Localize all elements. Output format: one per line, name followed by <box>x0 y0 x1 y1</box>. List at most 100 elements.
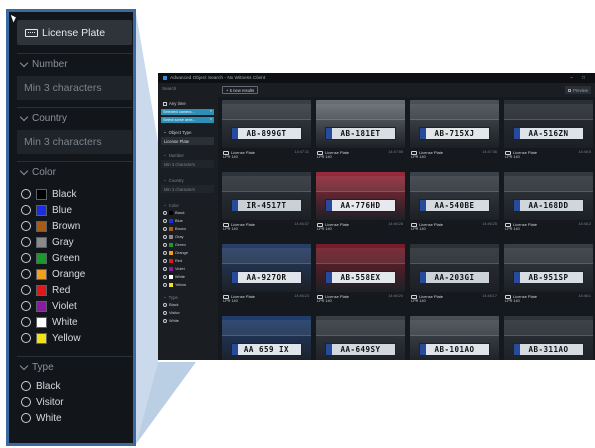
color-option[interactable]: Brown <box>163 226 186 231</box>
search-input[interactable]: Search <box>162 86 176 91</box>
color-option[interactable]: Yellow <box>163 282 186 287</box>
result-card[interactable]: AA-776HD License Plate 14:46:28 LPR 140 <box>316 172 405 232</box>
result-thumbnail[interactable]: IR-4517T <box>222 172 311 220</box>
radio-button[interactable] <box>163 218 167 223</box>
country-header[interactable]: ⌄ Country <box>163 177 184 183</box>
result-card[interactable]: AA-649SY <box>316 316 405 360</box>
type-option[interactable]: Black <box>21 379 60 393</box>
result-card[interactable]: AA-203GI License Plate 14:46:17 LPR 140 <box>410 244 499 304</box>
number-field[interactable]: Min 3 characters <box>161 160 214 168</box>
result-card[interactable]: AB-558EX License Plate 14:46:20 LPR 140 <box>316 244 405 304</box>
country-field[interactable]: Min 3 characters <box>17 130 132 154</box>
color-option[interactable]: White <box>163 274 185 279</box>
radio-button[interactable] <box>21 301 31 311</box>
radio-button[interactable] <box>163 250 167 255</box>
object-type-header[interactable]: ⌄ Object Type <box>163 129 191 135</box>
number-header[interactable]: Number <box>19 58 68 70</box>
country-header[interactable]: Country <box>19 112 67 124</box>
result-card[interactable]: AA-168DD License Plate 14:46:2 LPR 140 <box>504 172 593 232</box>
color-option[interactable]: Red <box>163 258 182 263</box>
result-thumbnail[interactable]: AA-776HD <box>316 172 405 220</box>
result-card[interactable]: AB-951SP License Plate 14:46:1 LPR 140 <box>504 244 593 304</box>
preview-button[interactable]: Preview <box>565 86 591 94</box>
color-header[interactable]: Color <box>19 166 56 178</box>
color-option[interactable]: Violet <box>163 266 185 271</box>
color-header[interactable]: ⌄ Color <box>163 202 179 208</box>
type-option[interactable]: Visitor <box>163 310 180 315</box>
radio-button[interactable] <box>163 258 167 263</box>
radio-button[interactable] <box>21 333 31 343</box>
result-thumbnail[interactable]: AB-558EX <box>316 244 405 292</box>
result-thumbnail[interactable]: AA-203GI <box>410 244 499 292</box>
radio-button[interactable] <box>21 221 31 231</box>
radio-button[interactable] <box>21 205 31 215</box>
radio-button[interactable] <box>163 302 167 307</box>
object-type-selected[interactable]: License Plate <box>161 137 214 145</box>
color-option[interactable]: White <box>21 315 78 329</box>
radio-button[interactable] <box>21 381 31 391</box>
color-option[interactable]: Gray <box>163 234 183 239</box>
type-option[interactable]: Black <box>163 302 179 307</box>
color-option[interactable]: Black <box>21 187 76 201</box>
result-thumbnail[interactable]: AB-181ET <box>316 100 405 148</box>
radio-button[interactable] <box>21 189 31 199</box>
color-option[interactable]: Blue <box>163 218 183 223</box>
radio-button[interactable] <box>163 274 167 279</box>
type-header[interactable]: Type <box>19 361 54 373</box>
color-option[interactable]: Red <box>21 283 70 297</box>
radio-button[interactable] <box>21 397 31 407</box>
country-field[interactable]: Min 3 characters <box>161 185 214 193</box>
result-thumbnail[interactable]: AB-951SP <box>504 244 593 292</box>
type-option[interactable]: White <box>163 318 179 323</box>
result-thumbnail[interactable]: AA-927OR <box>222 244 311 292</box>
type-option[interactable]: Visitor <box>21 395 64 409</box>
selected-camera-chip[interactable]: Selected camera... × <box>161 109 214 115</box>
radio-button[interactable] <box>163 210 167 215</box>
object-type-selected[interactable]: License Plate <box>17 20 132 45</box>
maximize-button[interactable]: □ <box>582 75 585 81</box>
radio-button[interactable] <box>21 237 31 247</box>
new-results-button[interactable]: + 5 new results <box>222 86 259 94</box>
radio-button[interactable] <box>163 282 167 287</box>
number-header[interactable]: ⌄ Number <box>163 152 184 158</box>
result-thumbnail[interactable]: AA-649SY <box>316 316 405 360</box>
result-thumbnail[interactable]: AB-899GT <box>222 100 311 148</box>
color-option[interactable]: Brown <box>21 219 80 233</box>
result-card[interactable]: AB-715XJ License Plate 14:47:36 LPR 140 <box>410 100 499 160</box>
color-option[interactable]: Green <box>163 242 186 247</box>
color-option[interactable]: Orange <box>163 250 188 255</box>
result-card[interactable]: AA-516ZN License Plate 14:46:5 LPR 140 <box>504 100 593 160</box>
result-card[interactable]: AB-101AO <box>410 316 499 360</box>
minimize-button[interactable]: – <box>570 75 573 81</box>
color-option[interactable]: Orange <box>21 267 85 281</box>
any-time-filter[interactable]: Any time <box>163 101 186 106</box>
color-option[interactable]: Violet <box>21 299 77 313</box>
color-option[interactable]: Green <box>21 251 80 265</box>
radio-button[interactable] <box>163 266 167 271</box>
radio-button[interactable] <box>21 269 31 279</box>
close-icon[interactable]: × <box>210 109 212 113</box>
result-card[interactable]: AA 659 IX <box>222 316 311 360</box>
result-thumbnail[interactable]: AB-715XJ <box>410 100 499 148</box>
select-area-chip[interactable]: Select some area... × <box>161 117 214 123</box>
radio-button[interactable] <box>21 253 31 263</box>
result-thumbnail[interactable]: AA 659 IX <box>222 316 311 360</box>
radio-button[interactable] <box>21 317 31 327</box>
result-card[interactable]: AB-181ET License Plate 14:47:55 LPR 140 <box>316 100 405 160</box>
type-option[interactable]: White <box>21 411 62 425</box>
radio-button[interactable] <box>163 226 167 231</box>
result-card[interactable]: AB-311AO <box>504 316 593 360</box>
result-card[interactable]: AA-927OR License Plate 14:46:23 LPR 140 <box>222 244 311 304</box>
radio-button[interactable] <box>163 234 167 239</box>
number-field[interactable]: Min 3 characters <box>17 76 132 100</box>
radio-button[interactable] <box>163 242 167 247</box>
type-header[interactable]: ⌄ Type <box>163 294 178 300</box>
radio-button[interactable] <box>163 310 167 315</box>
color-option[interactable]: Black <box>163 210 185 215</box>
result-thumbnail[interactable]: AA-168DD <box>504 172 593 220</box>
result-card[interactable]: IR-4517T License Plate 14:46:37 LPR 140 <box>222 172 311 232</box>
result-thumbnail[interactable]: AA-540BE <box>410 172 499 220</box>
radio-button[interactable] <box>163 318 167 323</box>
result-card[interactable]: AA-540BE License Plate 14:46:25 LPR 140 <box>410 172 499 232</box>
result-card[interactable]: AB-899GT License Plate 14:47:11 LPR 140 <box>222 100 311 160</box>
